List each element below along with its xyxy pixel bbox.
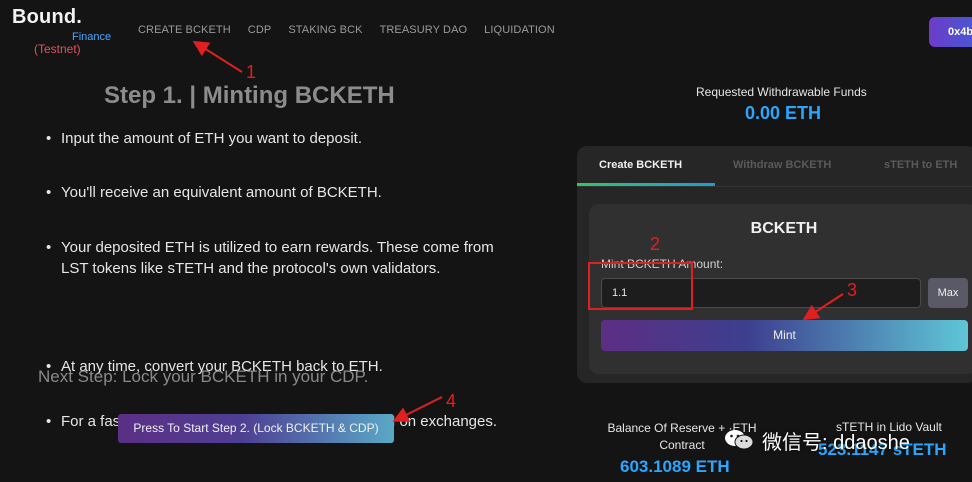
list-item: Input the amount of ETH you want to depo…: [46, 128, 516, 149]
mint-panel: BCKETH Mint BCKETH Amount: Max Mint: [589, 204, 972, 374]
brand-logo-text: Bound.: [12, 6, 83, 28]
wallet-address-button[interactable]: 0x4b: [929, 17, 972, 47]
list-item: Your deposited ETH is utilized to earn r…: [46, 237, 516, 279]
top-nav: CREATE BCKETH CDP STAKING BCK TREASURY D…: [138, 24, 555, 36]
wechat-icon: [725, 430, 754, 450]
annotation-number-4: 4: [446, 391, 457, 411]
list-item: You'll receive an equivalent amount of B…: [46, 182, 516, 203]
nav-liquidation[interactable]: LIQUIDATION: [484, 24, 555, 36]
page-title: Step 1. | Minting BCKETH: [104, 82, 395, 109]
instructions-list: Input the amount of ETH you want to depo…: [46, 128, 516, 432]
annotation-arrow-1: [192, 40, 243, 73]
tab-create-bcketh[interactable]: Create BCKETH: [599, 159, 682, 171]
nav-cdp[interactable]: CDP: [248, 24, 272, 36]
reserve-balance-value: 603.1089 ETH: [620, 457, 730, 476]
max-button[interactable]: Max: [928, 278, 968, 308]
mint-amount-input[interactable]: [601, 278, 921, 308]
network-badge: (Testnet): [34, 42, 81, 56]
next-step-text: Next Step: Lock your BCKETH in your CDP.: [38, 367, 369, 386]
withdrawable-funds-label: Requested Withdrawable Funds: [696, 85, 867, 99]
card-tabs: Create BCKETH Withdraw BCKETH sTETH to E…: [577, 146, 972, 187]
mint-amount-label: Mint BCKETH Amount:: [601, 257, 724, 271]
annotation-number-1: 1: [246, 62, 257, 82]
annotation-number-2: 2: [650, 234, 661, 254]
withdrawable-funds-value: 0.00 ETH: [745, 103, 822, 123]
start-step-2-button[interactable]: Press To Start Step 2. (Lock BCKETH & CD…: [118, 414, 394, 443]
tab-divider: [577, 186, 972, 187]
tab-steth-to-eth[interactable]: sTETH to ETH: [884, 159, 957, 171]
mint-card: Create BCKETH Withdraw BCKETH sTETH to E…: [577, 146, 972, 383]
wechat-watermark: 微信号: ddaoshe: [724, 424, 910, 456]
nav-create-bcketh[interactable]: CREATE BCKETH: [138, 24, 231, 36]
tab-withdraw-bcketh[interactable]: Withdraw BCKETH: [733, 159, 831, 171]
watermark-text: 微信号: ddaoshe: [762, 431, 910, 454]
mint-button[interactable]: Mint: [601, 320, 968, 351]
nav-staking-bck[interactable]: STAKING BCK: [288, 24, 362, 36]
nav-treasury-dao[interactable]: TREASURY DAO: [380, 24, 468, 36]
panel-title: BCKETH: [750, 220, 818, 237]
annotation-number-3: 3: [847, 280, 858, 300]
